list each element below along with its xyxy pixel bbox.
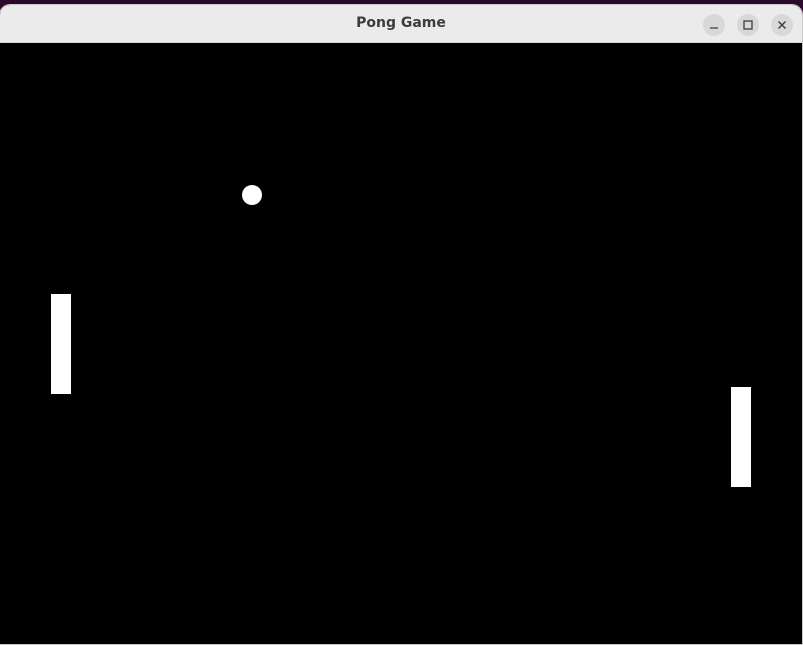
game-canvas[interactable] <box>1 44 801 644</box>
window-title: Pong Game <box>356 15 446 31</box>
close-button[interactable] <box>771 14 793 36</box>
close-icon <box>778 21 786 29</box>
title-bar[interactable]: Pong Game <box>0 5 802 43</box>
app-window: Pong Game <box>0 5 802 644</box>
maximize-button[interactable] <box>737 14 759 36</box>
ball <box>242 185 262 205</box>
minimize-icon <box>710 27 718 29</box>
maximize-icon <box>743 20 753 30</box>
minimize-button[interactable] <box>703 14 725 36</box>
left-paddle <box>51 294 71 394</box>
right-paddle <box>731 387 751 487</box>
